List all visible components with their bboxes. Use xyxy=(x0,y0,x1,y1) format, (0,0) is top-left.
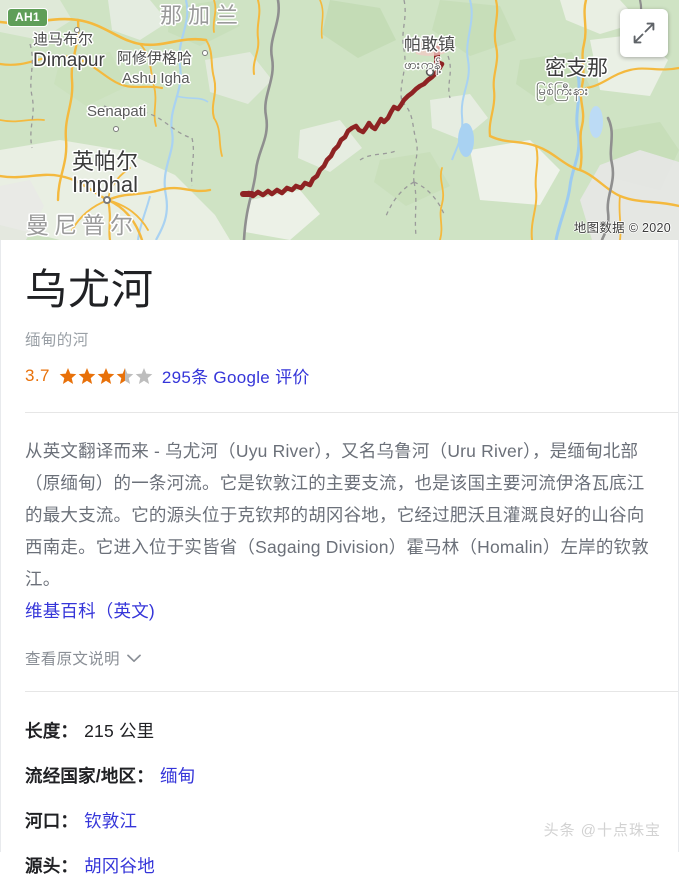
reviews-count-link[interactable]: 295条 Google 评价 xyxy=(162,363,310,388)
entity-subtitle: 缅甸的河 xyxy=(25,332,89,350)
expand-arrows-icon xyxy=(633,22,655,44)
entity-header: 乌尤河 缅甸的河 3.7 295条 Google 评价 xyxy=(1,240,678,388)
map-dot-ashuigha xyxy=(202,50,208,56)
fact-value[interactable]: 缅甸 xyxy=(160,763,195,788)
fact-value[interactable]: 钦敦江 xyxy=(84,808,137,833)
map-attribution: 地图数据 © 2020 xyxy=(573,221,671,235)
fact-row: 长度： 215 公里 xyxy=(25,718,654,743)
facts-section: 长度： 215 公里 流经国家/地区：缅甸 河口：钦敦江 源头：胡冈谷地 xyxy=(1,692,678,878)
rating-value: 3.7 xyxy=(25,365,50,385)
fact-label: 源头 xyxy=(25,856,61,877)
star-icon xyxy=(59,367,77,384)
map-canvas xyxy=(0,0,679,240)
star-icon xyxy=(116,367,134,384)
fact-row: 河口：钦敦江 xyxy=(25,808,654,833)
wikipedia-source-link[interactable]: 维基百科（英文) xyxy=(25,595,155,627)
fact-colon: ： xyxy=(136,766,154,787)
star-icon xyxy=(97,367,115,384)
highway-badge-ah1: AH1 xyxy=(7,8,48,27)
map-dot-senapati xyxy=(113,126,119,132)
show-original-toggle[interactable]: 查看原文说明 xyxy=(25,647,654,669)
map-dot-dimapur xyxy=(74,27,80,33)
expand-map-button[interactable] xyxy=(620,9,668,57)
fact-row: 源头：胡冈谷地 xyxy=(25,853,654,878)
star-icon xyxy=(78,367,96,384)
description-section: 从英文翻译而来 - 乌尤河（Uyu River），又名乌鲁河（Uru River… xyxy=(1,413,678,669)
map-view[interactable]: AH1 那加兰 迪马布尔 Dimapur 阿修伊格哈 Ashu Igha Sen… xyxy=(0,0,679,240)
description-text: 从英文翻译而来 - 乌尤河（Uyu River），又名乌鲁河（Uru River… xyxy=(25,441,649,590)
fact-value[interactable]: 胡冈谷地 xyxy=(84,853,155,878)
knowledge-panel-card: 乌尤河 缅甸的河 3.7 295条 Google 评价 从英文翻译而来 - 乌尤… xyxy=(0,240,679,876)
rating-stars xyxy=(59,367,153,385)
fact-row: 流经国家/地区： 缅甸 xyxy=(25,763,654,788)
fact-colon: ： xyxy=(60,856,79,877)
fact-colon: ： xyxy=(60,811,79,832)
chevron-down-icon xyxy=(126,654,141,662)
page-title: 乌尤河 xyxy=(25,266,155,313)
rating-row: 3.7 295条 Google 评价 xyxy=(25,363,654,388)
fact-colon: ： xyxy=(60,721,79,742)
fact-label: 长度 xyxy=(25,721,61,742)
map-dot-imphal xyxy=(103,196,111,204)
fact-value: 215 公里 xyxy=(84,721,155,742)
star-icon xyxy=(135,367,153,384)
fact-label: 河口 xyxy=(25,811,61,832)
fact-label: 流经国家/地区 xyxy=(25,766,137,787)
show-original-label: 查看原文说明 xyxy=(25,651,120,669)
